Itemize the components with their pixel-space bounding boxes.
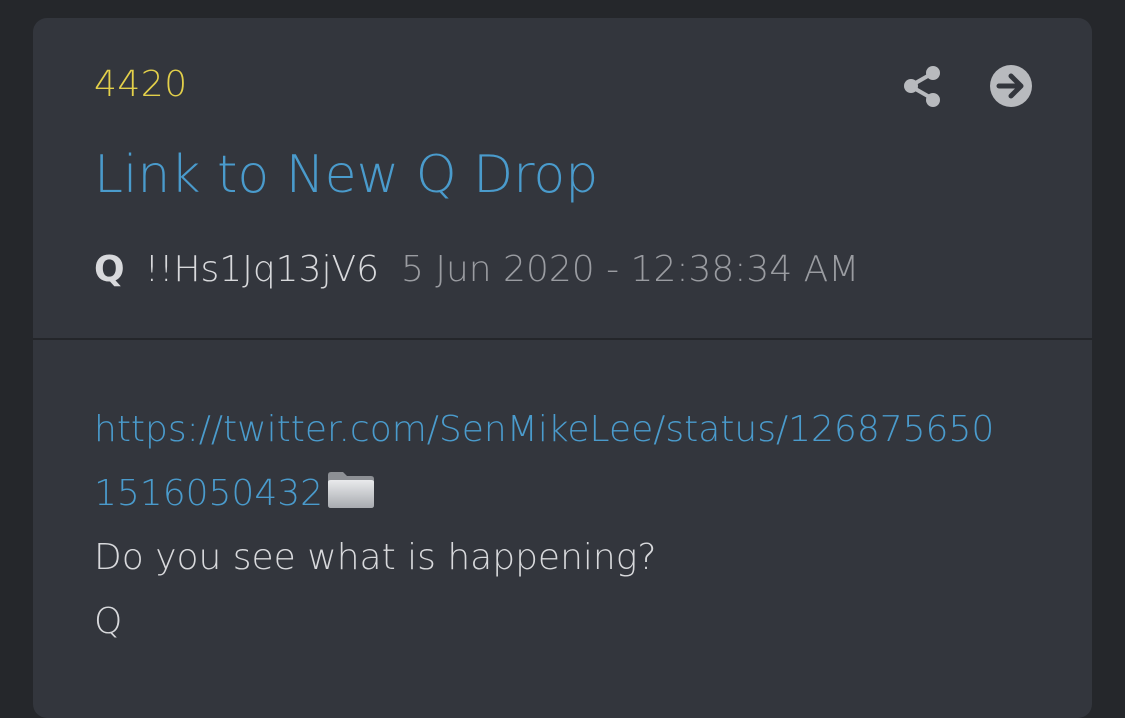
folder-icon <box>325 467 377 511</box>
post-text-line: Do you see what is happening? <box>94 537 657 578</box>
tweet-link[interactable]: https://twitter.com/SenMikeLee/status/12… <box>94 398 1044 462</box>
tweet-link-line2-row: 1516050432 <box>94 462 1044 526</box>
post-card: 4420 Link to New Q Drop Q !!Hs1Jq13jV6 5 J… <box>33 18 1092 718</box>
share-icon <box>904 66 940 107</box>
header-divider <box>33 338 1092 340</box>
open-post-button[interactable] <box>987 62 1035 110</box>
post-signature: Q <box>94 601 123 642</box>
post-body: https://twitter.com/SenMikeLee/status/12… <box>94 398 1044 654</box>
post-title-link[interactable]: Link to New Q Drop <box>94 145 598 205</box>
post-number: 4420 <box>94 64 188 105</box>
post-meta: Q !!Hs1Jq13jV6 5 Jun 2020 - 12:38:34 AM <box>94 246 859 294</box>
author-name: Q <box>94 249 125 290</box>
tweet-link-continued[interactable]: 1516050432 <box>94 473 323 514</box>
post-timestamp: 5 Jun 2020 - 12:38:34 AM <box>401 249 860 290</box>
post-header: 4420 Link to New Q Drop Q !!Hs1Jq13jV6 5 J… <box>33 18 1092 340</box>
author-tripcode: !!Hs1Jq13jV6 <box>144 249 380 290</box>
arrow-right-circle-icon <box>990 65 1032 107</box>
share-button[interactable] <box>899 62 947 110</box>
tweet-link-line1: https://twitter.com/SenMikeLee/status/12… <box>94 409 995 450</box>
